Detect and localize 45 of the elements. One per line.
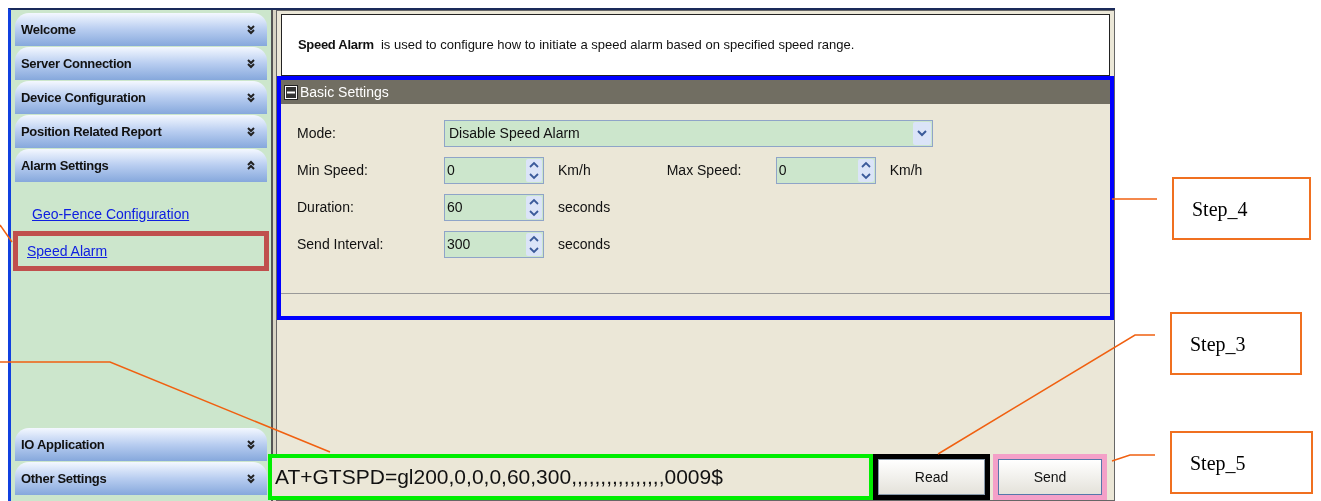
field-label: Max Speed:	[666, 161, 743, 180]
number-spinner[interactable]: 60	[444, 194, 544, 221]
collapse-chevron-icon	[245, 159, 257, 172]
expand-chevron-icon	[245, 125, 257, 138]
field-label: Send Interval:	[297, 235, 385, 254]
unit-label: Km/h	[558, 161, 591, 180]
expand-chevron-icon	[245, 438, 257, 451]
field-label: Min Speed:	[297, 161, 369, 180]
mode-dropdown[interactable]: Disable Speed Alarm	[444, 120, 933, 147]
number-spinner[interactable]: 0	[444, 157, 544, 184]
unit-label: seconds	[558, 235, 611, 254]
description-text: Speed Alarm is used to configure how to initiate a speed alarm based on specified speed range.	[281, 14, 1110, 76]
accordion-header[interactable]: Device Configuration	[15, 81, 267, 114]
expand-chevron-icon	[245, 57, 257, 70]
command-field[interactable]: AT+GTSPD=gl200,0,0,0,60,300,,,,,,,,,,,,,,,,0009$	[268, 454, 873, 500]
nav-link[interactable]: Geo-Fence Configuration	[15, 201, 267, 227]
expand-chevron-icon	[245, 23, 257, 36]
expand-chevron-icon	[245, 91, 257, 104]
step-callout: Step_5	[1170, 431, 1313, 494]
expand-chevron-icon	[245, 472, 257, 485]
accordion-header[interactable]: IO Application	[15, 428, 267, 461]
leader-line	[1111, 198, 1158, 200]
spinner-arrows-icon[interactable]	[526, 159, 542, 182]
unit-label: seconds	[558, 198, 611, 217]
unit-label: Km/h	[889, 161, 923, 180]
number-spinner[interactable]: 300	[444, 231, 544, 258]
spinner-arrows-icon[interactable]	[526, 196, 542, 219]
spinner-arrows-icon[interactable]	[857, 159, 874, 182]
field-label: Mode:	[297, 124, 337, 143]
accordion-header[interactable]: Position Related Report	[15, 115, 267, 148]
send-button[interactable]: Send	[998, 459, 1102, 495]
number-spinner[interactable]: 0	[775, 157, 876, 184]
leader-line	[0, 224, 13, 243]
nav-link[interactable]: Speed Alarm	[13, 231, 269, 271]
accordion-header[interactable]: Other Settings	[15, 462, 267, 495]
step-callout: Step_4	[1172, 177, 1311, 240]
collapse-icon[interactable]	[284, 84, 298, 100]
accordion-header[interactable]: Server Connection	[15, 47, 267, 80]
spinner-arrows-icon[interactable]	[526, 233, 542, 256]
accordion-header[interactable]: Alarm Settings	[15, 149, 267, 182]
field-label: Duration:	[297, 198, 355, 217]
read-button[interactable]: Read	[878, 459, 985, 495]
group-title: Basic Settings	[300, 82, 389, 102]
step-callout: Step_3	[1170, 312, 1302, 375]
accordion-header[interactable]: Welcome	[15, 13, 267, 46]
